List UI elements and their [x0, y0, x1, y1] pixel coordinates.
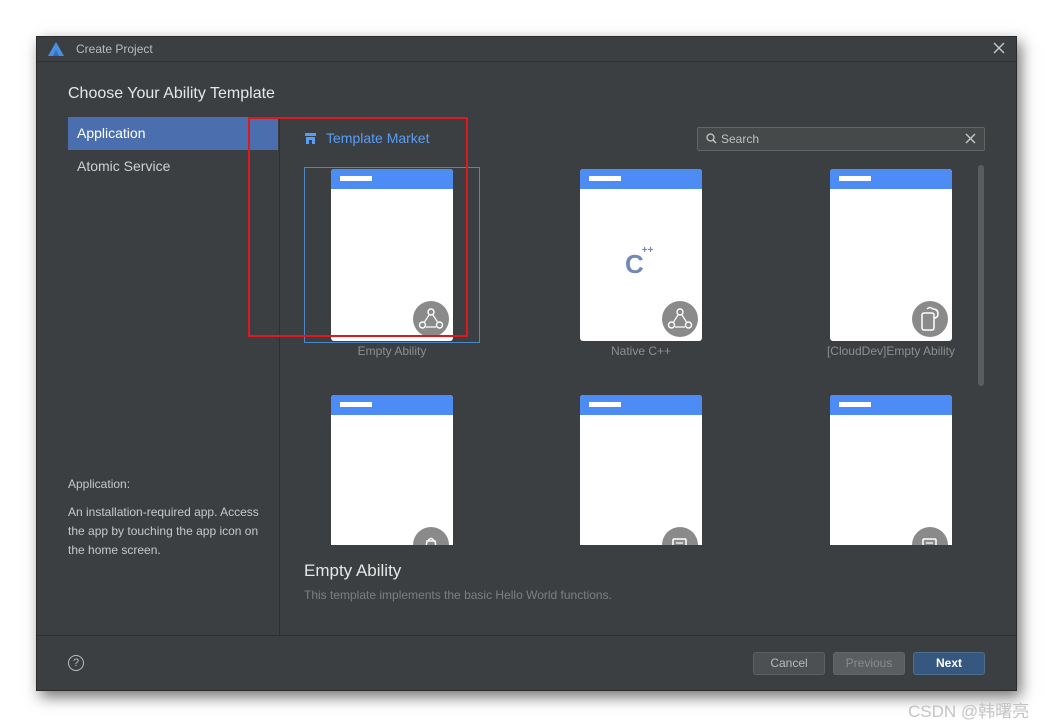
previous-button[interactable]: Previous [833, 652, 905, 675]
template-preview [580, 395, 702, 545]
selected-template-description: This template implements the basic Hello… [304, 588, 612, 602]
category-description: Application: An installation-required ap… [68, 475, 268, 560]
close-icon[interactable] [992, 41, 1006, 55]
category-description-text: An installation-required app. Access the… [68, 505, 259, 557]
template-card-empty-ability[interactable]: Empty Ability [304, 161, 480, 361]
template-preview: C++ [580, 169, 702, 341]
template-card[interactable] [304, 387, 480, 545]
preview-header [830, 169, 952, 189]
preview-header [580, 169, 702, 189]
search-icon [706, 133, 717, 144]
category-sidebar: Application Atomic Service [68, 117, 278, 183]
template-card[interactable] [553, 387, 729, 545]
bag-icon [413, 527, 449, 545]
template-card[interactable] [803, 387, 979, 545]
window-title: Create Project [76, 42, 153, 56]
template-card-native-cpp[interactable]: C++ Native C++ [553, 161, 729, 361]
page-title: Choose Your Ability Template [68, 85, 275, 102]
preview-header [830, 395, 952, 415]
cpp-logo-icon: C++ [625, 245, 654, 279]
template-label: Native C++ [610, 344, 672, 358]
gallery-scrollbar[interactable] [978, 165, 984, 386]
template-preview [331, 169, 453, 341]
triangle-nodes-icon [413, 301, 449, 337]
selected-template-title: Empty Ability [304, 561, 402, 580]
template-market-label: Template Market [326, 130, 430, 146]
next-button[interactable]: Next [913, 652, 985, 675]
template-label: Empty Ability [357, 344, 427, 358]
sidebar-item-atomic-service[interactable]: Atomic Service [68, 150, 278, 183]
category-description-title: Application: [68, 477, 131, 491]
store-icon [305, 132, 316, 144]
help-icon[interactable]: ? [68, 655, 84, 671]
create-project-dialog: Create Project Choose Your Ability Templ… [36, 36, 1017, 691]
cloud-device-icon [912, 301, 948, 337]
screen-icon [912, 527, 948, 545]
template-preview [331, 395, 453, 545]
triangle-nodes-icon [662, 301, 698, 337]
template-label: [CloudDev]Empty Ability [826, 344, 956, 358]
screen-icon [662, 527, 698, 545]
template-gallery: Empty Ability C++ Native C++ [CloudDev]E… [280, 161, 985, 545]
preview-header [331, 169, 453, 189]
template-preview [830, 395, 952, 545]
watermark: CSDN @韩曙亮 [908, 702, 1030, 721]
footer-divider [37, 635, 1016, 636]
sidebar-item-application[interactable]: Application [68, 117, 278, 150]
cancel-button[interactable]: Cancel [753, 652, 825, 675]
preview-header [331, 395, 453, 415]
title-bar[interactable]: Create Project [37, 37, 1016, 62]
template-preview [830, 169, 952, 341]
template-card-clouddev-empty-ability[interactable]: [CloudDev]Empty Ability [803, 161, 979, 361]
preview-header [580, 395, 702, 415]
clear-search-icon[interactable] [965, 133, 976, 144]
search-box[interactable] [697, 127, 985, 151]
template-market-link[interactable]: Template Market [304, 130, 429, 146]
search-input[interactable] [721, 131, 961, 147]
deveco-logo-icon [48, 42, 64, 56]
